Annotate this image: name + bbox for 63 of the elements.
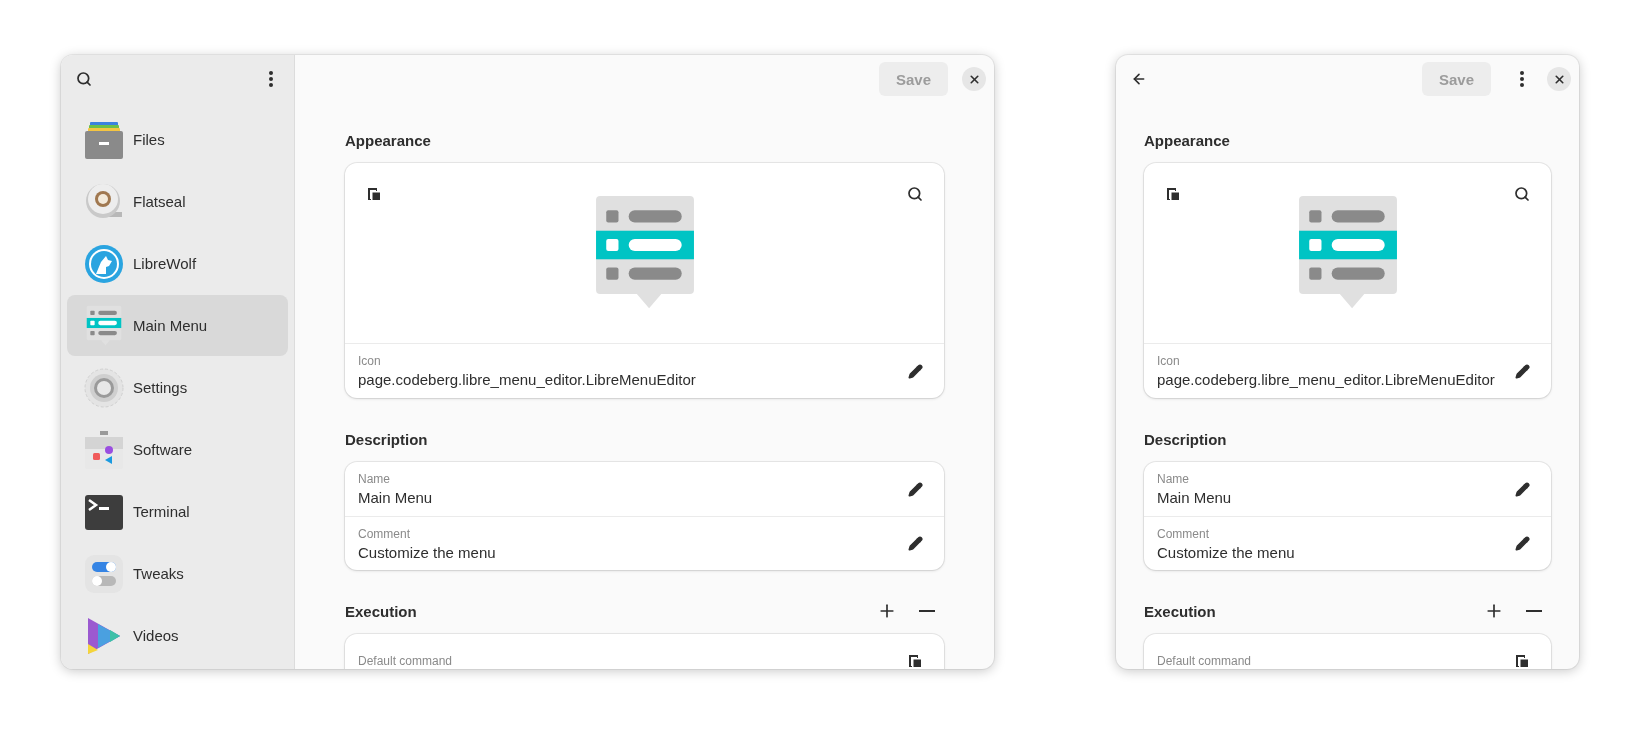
- field-value: Customize the menu: [358, 543, 497, 561]
- section-title: Execution: [345, 602, 418, 620]
- search-icon: [907, 186, 923, 202]
- search-icon: [1514, 186, 1530, 202]
- section-title: Appearance: [345, 131, 432, 149]
- sidebar-item[interactable]: Tweaks: [67, 543, 288, 604]
- app-name: Videos: [133, 627, 179, 644]
- sidebar-item[interactable]: LibreWolf: [67, 233, 288, 294]
- app-name: Terminal: [133, 503, 190, 520]
- pencil-icon: [1514, 481, 1530, 497]
- gear-icon: [84, 367, 124, 408]
- field-label: Comment: [1157, 526, 1210, 541]
- copy-icon: [366, 186, 382, 202]
- field-label: Default command: [1157, 654, 1253, 668]
- sidebar-item[interactable]: Settings: [67, 357, 288, 418]
- copy-icon: [1165, 186, 1181, 202]
- app-name: Settings: [133, 379, 188, 396]
- section-title: Description: [345, 430, 429, 448]
- menu-icon: [1520, 71, 1524, 87]
- pencil-icon: [907, 363, 923, 379]
- app-name: Flatseal: [133, 193, 186, 210]
- field-label: Icon: [358, 354, 382, 368]
- sidebar-item[interactable]: Terminal: [67, 481, 288, 542]
- sidebar-item[interactable]: Files: [67, 109, 288, 170]
- minus-icon: [919, 610, 935, 612]
- field-label: Default command: [358, 654, 454, 668]
- pencil-icon: [907, 481, 923, 497]
- app-name: Tweaks: [133, 565, 184, 582]
- toggle-switches-icon: [84, 553, 124, 594]
- sidebar-item[interactable]: Videos: [67, 605, 288, 666]
- field-value: Customize the menu: [1157, 543, 1296, 561]
- pencil-icon: [1514, 536, 1530, 551]
- app-name: Files: [133, 131, 165, 148]
- back-arrow-icon: [1131, 71, 1147, 87]
- app-name: Software: [133, 441, 193, 458]
- pencil-icon: [1514, 363, 1530, 379]
- pencil-icon: [907, 536, 923, 551]
- wolf-globe-icon: [84, 243, 124, 284]
- field-value: page.codeberg.libre_menu_editor.LibreMenuEditor: [1157, 371, 1496, 388]
- sidebar-item[interactable]: Software: [67, 419, 288, 480]
- section-title: Description: [1144, 430, 1228, 448]
- field-label: Name: [1157, 472, 1190, 486]
- search-icon: [76, 71, 92, 87]
- field-value: page.codeberg.libre_menu_editor.LibreMenuEditor: [358, 371, 697, 388]
- section-title: Appearance: [1144, 131, 1231, 149]
- menu-list-icon: [86, 304, 122, 347]
- close-button[interactable]: [1547, 67, 1571, 91]
- field-label: Icon: [1157, 354, 1181, 368]
- field-value: Main Menu: [1157, 489, 1233, 506]
- sidebar-item[interactable]: Flatseal: [67, 171, 288, 232]
- menu-icon: [269, 71, 273, 87]
- close-icon: [967, 72, 981, 86]
- field-label: Name: [358, 472, 391, 486]
- minus-icon: [1526, 610, 1542, 612]
- app-name: LibreWolf: [133, 255, 197, 272]
- section-title: Execution: [1144, 602, 1217, 620]
- close-button[interactable]: [962, 67, 986, 91]
- close-icon: [1552, 72, 1566, 86]
- sidebar-item[interactable]: Main Menu: [67, 295, 288, 356]
- file-cabinet-icon: [84, 119, 124, 160]
- field-value: Main Menu: [358, 489, 434, 506]
- app-name: Main Menu: [133, 317, 208, 334]
- field-label: Comment: [358, 526, 411, 541]
